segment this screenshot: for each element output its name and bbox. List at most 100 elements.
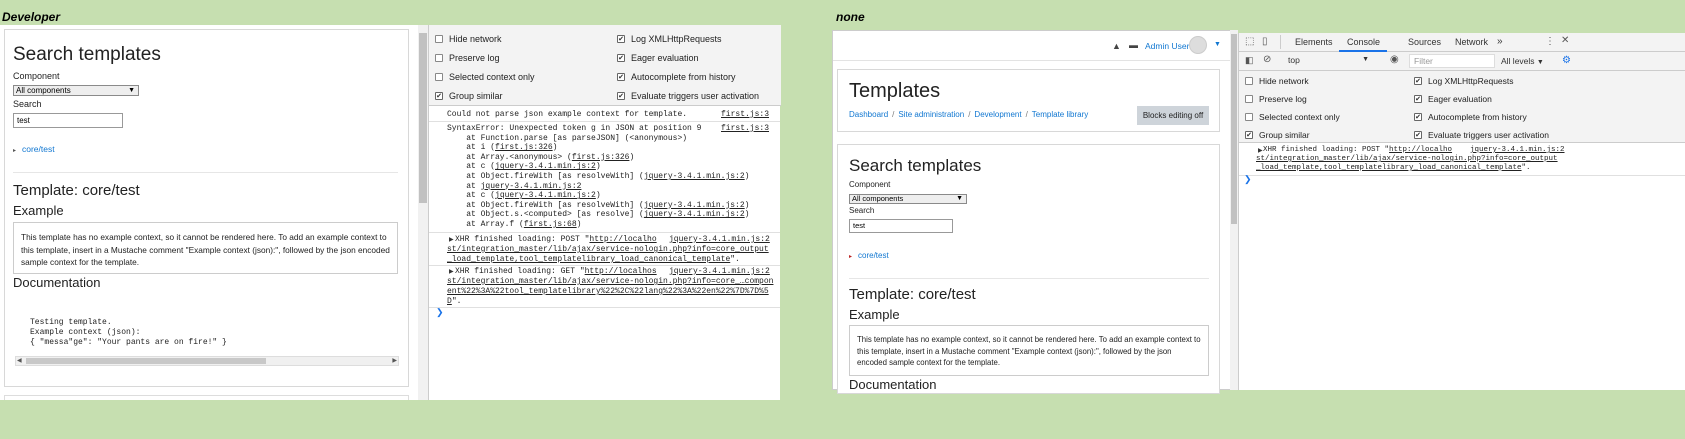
scroll-right-icon[interactable]: ▶ xyxy=(392,357,397,364)
breadcrumb-site-admin[interactable]: Site administration xyxy=(898,110,964,119)
expand-triangle-icon[interactable]: ▶ xyxy=(449,268,454,275)
option-group-similar[interactable]: Group similar xyxy=(1245,130,1310,140)
checkbox-checked[interactable] xyxy=(1414,113,1422,121)
stack-link[interactable]: jquery-3.4.1.min.js:2 xyxy=(644,172,745,181)
kebab-menu-icon[interactable]: ⋮ xyxy=(1545,36,1555,47)
avatar[interactable] xyxy=(1189,36,1207,54)
device-toolbar-icon[interactable]: ▯ xyxy=(1262,36,1268,47)
more-tabs-icon[interactable]: » xyxy=(1497,36,1503,47)
checkbox[interactable] xyxy=(435,35,443,43)
tab-sources[interactable]: Sources xyxy=(1408,37,1441,47)
checkbox-checked[interactable] xyxy=(1245,131,1253,139)
levels-select[interactable]: All levels ▼ xyxy=(1501,56,1544,66)
checkbox-checked[interactable] xyxy=(1414,95,1422,103)
component-select[interactable]: All components ▼ xyxy=(13,85,139,96)
checkbox[interactable] xyxy=(435,73,443,81)
stack-link[interactable]: jquery-3.4.1.min.js:2 xyxy=(495,191,596,200)
horizontal-scrollbar[interactable]: ◀ ▶ xyxy=(15,356,399,366)
option-hide-network[interactable]: Hide network xyxy=(435,34,502,44)
xhr-url-line[interactable]: ent%22%3A%22tool_templatelibrary%22%2C%2… xyxy=(447,287,769,297)
expand-triangle-icon[interactable]: ▶ xyxy=(1258,147,1263,154)
eye-icon[interactable]: ◉ xyxy=(1390,54,1399,65)
option-selected-context[interactable]: Selected context only xyxy=(1245,112,1340,122)
checkbox[interactable] xyxy=(1245,113,1253,121)
breadcrumb-development[interactable]: Development xyxy=(974,110,1021,119)
xhr-url-part[interactable]: _load_template,tool_templatelibrary_load… xyxy=(447,255,730,264)
console-prompt-icon[interactable]: ❯ xyxy=(436,308,444,318)
breadcrumb-template-library[interactable]: Template library xyxy=(1032,110,1088,119)
checkbox-checked[interactable] xyxy=(617,35,625,43)
component-select[interactable]: All components ▼ xyxy=(849,194,967,204)
page-scrollbar-thumb[interactable] xyxy=(419,33,427,203)
option-autocomplete[interactable]: Autocomplete from history xyxy=(617,72,736,82)
stack-link[interactable]: first.js:326 xyxy=(572,153,630,162)
user-name[interactable]: Admin User xyxy=(1145,41,1189,51)
expand-icon[interactable]: ▸ xyxy=(13,147,16,154)
option-evaluate-triggers[interactable]: Evaluate triggers user activation xyxy=(617,91,759,101)
sidebar-toggle-icon[interactable]: ◧ xyxy=(1245,55,1254,66)
option-autocomplete[interactable]: Autocomplete from history xyxy=(1414,112,1527,122)
option-hide-network[interactable]: Hide network xyxy=(1245,76,1309,86)
search-input[interactable]: test xyxy=(849,219,953,233)
checkbox[interactable] xyxy=(1245,95,1253,103)
stack-link[interactable]: jquery-3.4.1.min.js:2 xyxy=(644,201,745,210)
checkbox-checked[interactable] xyxy=(435,92,443,100)
stack-link[interactable]: first.js:326 xyxy=(495,143,553,152)
template-link-core-test[interactable]: core/test xyxy=(22,144,55,154)
filter-input[interactable]: Filter xyxy=(1409,54,1495,68)
xhr-url-line[interactable]: st/integration_master/lib/ajax/service-n… xyxy=(447,245,769,255)
console-source-link[interactable]: jquery-3.4.1.min.js:2 xyxy=(669,267,770,276)
scroll-left-icon[interactable]: ◀ xyxy=(17,357,22,364)
option-evaluate-triggers[interactable]: Evaluate triggers user activation xyxy=(1414,130,1549,140)
xhr-url-line[interactable]: st/integration_master/lib/ajax/service-n… xyxy=(447,277,773,287)
option-preserve-log[interactable]: Preserve log xyxy=(1245,94,1307,104)
checkbox-checked[interactable] xyxy=(1414,131,1422,139)
checkbox-checked[interactable] xyxy=(617,92,625,100)
checkbox[interactable] xyxy=(435,54,443,62)
option-log-xhr[interactable]: Log XMLHttpRequests xyxy=(1414,76,1514,86)
console-source-link[interactable]: first.js:3 xyxy=(721,110,769,119)
checkbox-checked[interactable] xyxy=(617,54,625,62)
context-select[interactable]: top ▼ xyxy=(1285,54,1371,68)
xhr-url-link[interactable]: http://localho xyxy=(589,235,656,244)
console-source-link[interactable]: first.js:3 xyxy=(721,124,769,133)
stack-link[interactable]: jquery-3.4.1.min.js:2 xyxy=(481,182,582,191)
expand-icon[interactable]: ▸ xyxy=(849,253,852,260)
stack-link[interactable]: jquery-3.4.1.min.js:2 xyxy=(495,162,596,171)
settings-gear-icon[interactable]: ⚙ xyxy=(1562,55,1571,66)
tab-elements[interactable]: Elements xyxy=(1295,37,1333,47)
checkbox[interactable] xyxy=(1245,77,1253,85)
clear-console-icon[interactable]: ⊘ xyxy=(1263,54,1271,65)
scrollbar-thumb[interactable] xyxy=(26,358,266,364)
page-scrollbar-thumb[interactable] xyxy=(1231,34,1237,224)
page-vertical-scrollbar[interactable] xyxy=(418,25,428,400)
option-eager-evaluation[interactable]: Eager evaluation xyxy=(1414,94,1492,104)
stack-link[interactable]: first.js:68 xyxy=(524,220,577,229)
stack-link[interactable]: jquery-3.4.1.min.js:2 xyxy=(644,210,745,219)
xhr-url-link[interactable]: http://localho xyxy=(1389,146,1452,154)
message-icon[interactable]: ▬ xyxy=(1129,40,1138,50)
option-preserve-log[interactable]: Preserve log xyxy=(435,53,500,63)
page-vertical-scrollbar[interactable] xyxy=(1230,30,1238,390)
checkbox-checked[interactable] xyxy=(617,73,625,81)
expand-triangle-icon[interactable]: ▶ xyxy=(449,236,454,243)
search-input[interactable]: test xyxy=(13,113,123,128)
blocks-editing-button[interactable]: Blocks editing off xyxy=(1137,106,1209,125)
option-selected-context[interactable]: Selected context only xyxy=(435,72,535,82)
inspect-element-icon[interactable]: ⬚ xyxy=(1245,36,1254,47)
console-prompt-icon[interactable]: ❯ xyxy=(1244,175,1252,185)
close-icon[interactable]: ✕ xyxy=(1561,35,1569,46)
console-source-link[interactable]: jquery-3.4.1.min.js:2 xyxy=(1470,146,1565,154)
console-source-link[interactable]: jquery-3.4.1.min.js:2 xyxy=(669,235,770,244)
xhr-url-part[interactable]: _load_template,tool_templatelibrary_load… xyxy=(1256,164,1522,172)
tab-network[interactable]: Network xyxy=(1455,37,1488,47)
tab-console[interactable]: Console xyxy=(1347,37,1380,47)
bell-icon[interactable]: ▲ xyxy=(1112,41,1121,51)
template-link-core-test[interactable]: core/test xyxy=(858,251,889,260)
xhr-url-link[interactable]: http://localhos xyxy=(585,267,657,276)
checkbox-checked[interactable] xyxy=(1414,77,1422,85)
user-menu-caret-icon[interactable]: ▼ xyxy=(1214,41,1221,48)
option-group-similar[interactable]: Group similar xyxy=(435,91,503,101)
breadcrumb-dashboard[interactable]: Dashboard xyxy=(849,110,888,119)
option-log-xhr[interactable]: Log XMLHttpRequests xyxy=(617,34,722,44)
